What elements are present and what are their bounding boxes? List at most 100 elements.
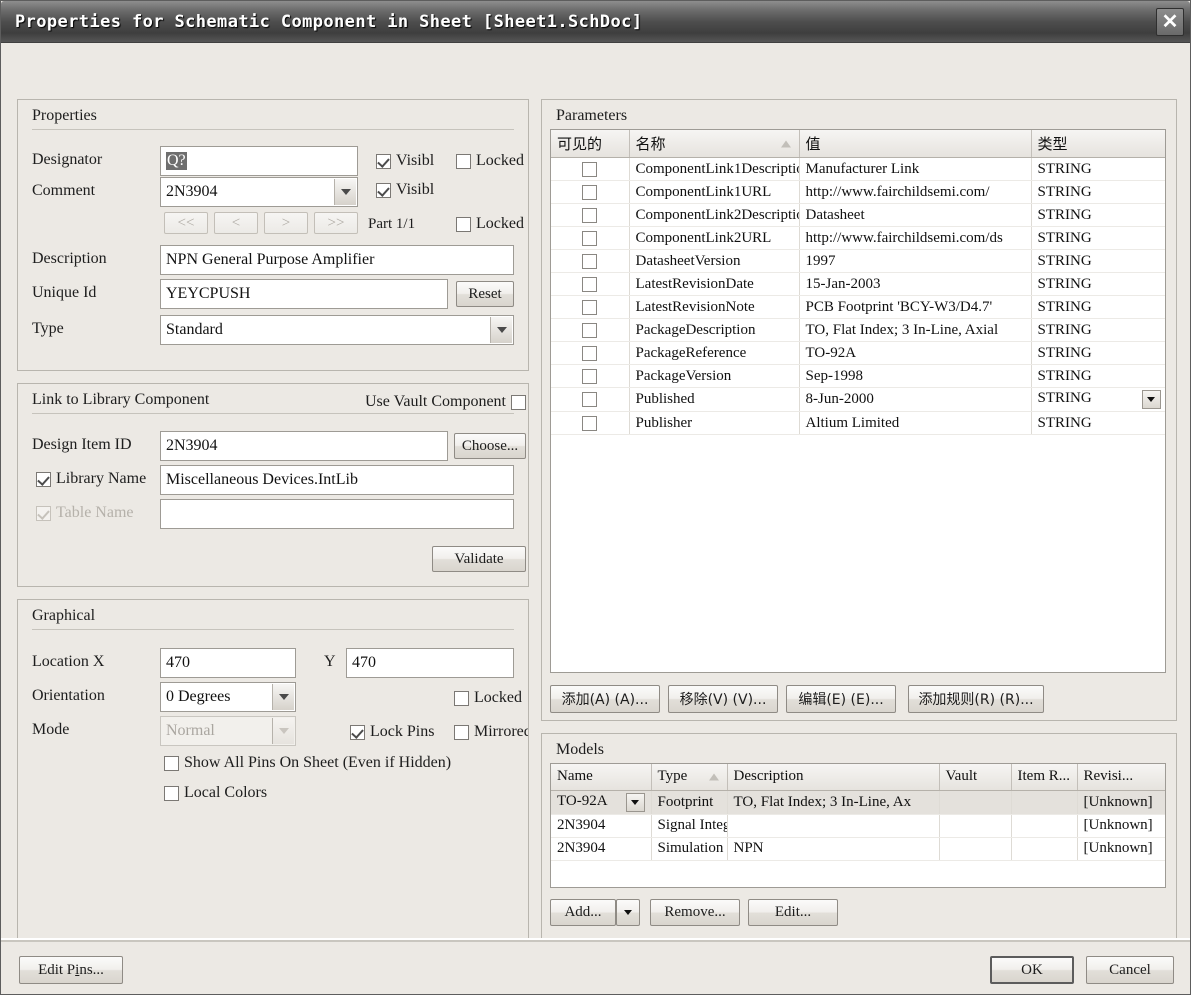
param-value-cell[interactable]: http://www.fairchildsemi.com/ds <box>799 226 1032 250</box>
param-name-cell[interactable]: ComponentLink2URL <box>629 226 800 250</box>
model-description-cell[interactable]: TO, Flat Index; 3 In-Line, Ax <box>727 790 940 815</box>
table-row[interactable]: DatasheetVersion 1997 STRING <box>551 249 1165 273</box>
table-row[interactable]: PackageDescription TO, Flat Index; 3 In-… <box>551 318 1165 342</box>
model-vault-cell[interactable] <box>939 814 1012 838</box>
parameters-col-value[interactable]: 值 <box>799 130 1032 158</box>
model-vault-cell[interactable] <box>939 790 1012 815</box>
part-prev-button[interactable]: < <box>214 212 258 234</box>
part-next-button[interactable]: > <box>264 212 308 234</box>
table-name-input[interactable] <box>160 499 514 529</box>
parameters-add-rule-button[interactable]: 添加规则(R) (R)... <box>908 685 1044 713</box>
model-description-cell[interactable] <box>727 814 940 838</box>
model-revision-cell[interactable]: [Unknown] <box>1077 814 1165 838</box>
param-value-cell[interactable]: PCB Footprint 'BCY-W3/D4.7' <box>799 295 1032 319</box>
reset-button[interactable]: Reset <box>456 281 514 307</box>
table-row[interactable]: TO-92A Footprint TO, Flat Index; 3 In-Li… <box>551 790 1165 815</box>
checkbox-box[interactable] <box>582 161 598 177</box>
param-name-cell[interactable]: PackageReference <box>629 341 800 365</box>
model-name-cell[interactable]: 2N3904 <box>551 814 652 838</box>
model-vault-cell[interactable] <box>939 837 1012 861</box>
type-combobox[interactable]: Standard <box>160 315 514 345</box>
param-visible-cell[interactable] <box>551 157 630 181</box>
parameters-col-type[interactable]: 类型 <box>1031 130 1165 158</box>
models-edit-button[interactable]: Edit... <box>748 899 838 926</box>
param-name-cell[interactable]: ComponentLink2Description <box>629 203 800 227</box>
model-item-rev-cell[interactable] <box>1011 814 1078 838</box>
table-row[interactable]: PackageVersion Sep-1998 STRING <box>551 364 1165 388</box>
model-revision-cell[interactable]: [Unknown] <box>1077 837 1165 861</box>
description-input[interactable]: NPN General Purpose Amplifier <box>160 245 514 275</box>
models-col-name[interactable]: Name <box>551 764 652 791</box>
unique-id-input[interactable]: YEYCPUSH <box>160 279 448 309</box>
param-value-cell[interactable]: Manufacturer Link <box>799 157 1032 181</box>
param-type-cell[interactable]: STRING <box>1031 157 1165 181</box>
param-visible-cell[interactable] <box>551 272 630 296</box>
ok-button[interactable]: OK <box>990 956 1074 984</box>
model-name-cell[interactable]: 2N3904 <box>551 837 652 861</box>
model-revision-cell[interactable]: [Unknown] <box>1077 790 1165 815</box>
table-row[interactable]: LatestRevisionDate 15-Jan-2003 STRING <box>551 272 1165 296</box>
checkbox-box[interactable] <box>582 299 598 315</box>
param-visible-cell[interactable] <box>551 387 630 412</box>
show-all-pins-checkbox[interactable]: Show All Pins On Sheet (Even if Hidden) <box>164 754 451 772</box>
param-name-cell[interactable]: PackageVersion <box>629 364 800 388</box>
table-row[interactable]: ComponentLink2Description Datasheet STRI… <box>551 203 1165 227</box>
comment-visible-checkbox[interactable]: Visible <box>376 181 434 199</box>
parameters-col-visible[interactable]: 可见的 <box>551 130 630 158</box>
model-type-cell[interactable]: Footprint <box>651 790 728 815</box>
part-last-button[interactable]: >> <box>314 212 358 234</box>
cancel-button[interactable]: Cancel <box>1086 956 1174 984</box>
model-item-rev-cell[interactable] <box>1011 837 1078 861</box>
parameters-remove-button[interactable]: 移除(V) (V)... <box>668 685 778 713</box>
checkbox-box[interactable] <box>582 415 598 431</box>
param-name-cell[interactable]: ComponentLink1URL <box>629 180 800 204</box>
param-name-cell[interactable]: DatasheetVersion <box>629 249 800 273</box>
checkbox-box[interactable] <box>582 230 598 246</box>
param-type-cell[interactable]: STRING <box>1031 364 1165 388</box>
designator-locked-checkbox[interactable]: Locked <box>456 152 524 170</box>
models-table[interactable]: Name Type Description Vault Item R... Re… <box>550 763 1166 888</box>
param-visible-cell[interactable] <box>551 249 630 273</box>
model-type-cell[interactable]: Simulation <box>651 837 728 861</box>
checkbox-box[interactable] <box>582 368 598 384</box>
table-row[interactable]: Publisher Altium Limited STRING <box>551 411 1165 435</box>
param-type-cell[interactable]: STRING <box>1031 318 1165 342</box>
designator-input[interactable]: Q? <box>160 146 358 176</box>
table-row[interactable]: 2N3904 Simulation NPN [Unknown] <box>551 837 1165 861</box>
param-value-cell[interactable]: 1997 <box>799 249 1032 273</box>
comment-combobox[interactable]: 2N3904 <box>160 177 358 207</box>
param-visible-cell[interactable] <box>551 295 630 319</box>
models-col-description[interactable]: Description <box>727 764 940 791</box>
designator-visible-checkbox[interactable]: Visible <box>376 152 434 170</box>
param-visible-cell[interactable] <box>551 364 630 388</box>
param-type-cell[interactable]: STRING <box>1031 411 1165 435</box>
use-vault-component-checkbox[interactable]: Use Vault Component <box>366 393 526 411</box>
param-type-cell[interactable]: STRING <box>1031 295 1165 319</box>
param-type-cell[interactable]: STRING <box>1031 341 1165 365</box>
param-visible-cell[interactable] <box>551 341 630 365</box>
part-first-button[interactable]: << <box>164 212 208 234</box>
param-type-cell[interactable]: STRING <box>1031 249 1165 273</box>
chevron-down-icon[interactable] <box>334 179 356 205</box>
param-name-cell[interactable]: LatestRevisionDate <box>629 272 800 296</box>
checkbox-box[interactable] <box>582 345 598 361</box>
param-name-cell[interactable]: Published <box>629 387 800 412</box>
models-add-dropdown[interactable] <box>616 899 640 926</box>
model-type-cell[interactable]: Signal Integrity <box>651 814 728 838</box>
param-type-cell[interactable]: STRING <box>1031 180 1165 204</box>
checkbox-box[interactable] <box>582 322 598 338</box>
choose-button[interactable]: Choose... <box>454 433 526 459</box>
location-y-input[interactable]: 470 <box>346 648 514 678</box>
table-row[interactable]: LatestRevisionNote PCB Footprint 'BCY-W3… <box>551 295 1165 319</box>
chevron-down-icon[interactable] <box>272 684 294 710</box>
models-col-vault[interactable]: Vault <box>939 764 1012 791</box>
parameters-edit-button[interactable]: 编辑(E) (E)... <box>786 685 896 713</box>
checkbox-box[interactable] <box>582 276 598 292</box>
row-dropdown-icon[interactable] <box>1141 390 1161 409</box>
library-name-input[interactable]: Miscellaneous Devices.IntLib <box>160 465 514 495</box>
models-add-button[interactable]: Add... <box>550 899 616 926</box>
models-col-type[interactable]: Type <box>651 764 728 791</box>
local-colors-checkbox[interactable]: Local Colors <box>164 784 267 802</box>
param-name-cell[interactable]: Publisher <box>629 411 800 435</box>
parameters-col-name[interactable]: 名称 <box>629 130 800 158</box>
